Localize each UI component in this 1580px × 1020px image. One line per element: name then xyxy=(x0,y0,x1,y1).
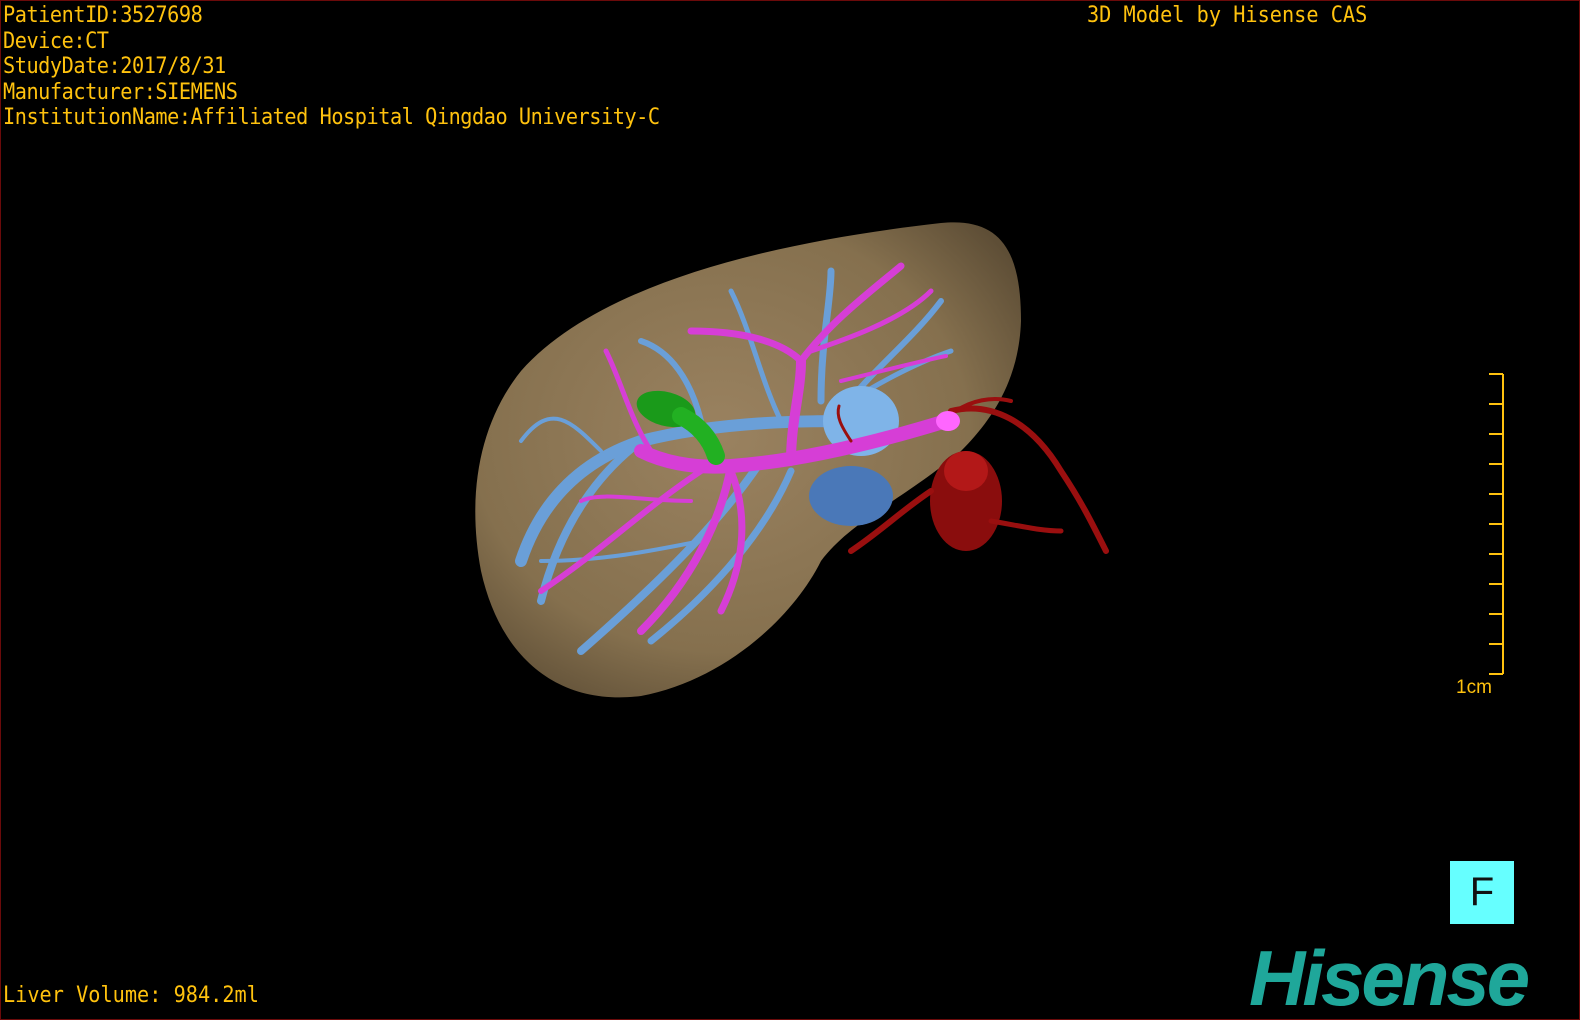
model-caption: 3D Model by Hisense CAS xyxy=(1087,3,1368,28)
orientation-marker[interactable]: F xyxy=(1450,861,1514,924)
manufacturer: Manufacturer:SIEMENS xyxy=(3,79,238,105)
scale-bar-label: 1cm xyxy=(1456,677,1492,698)
3d-viewer[interactable]: PatientID:3527698 Device:CT StudyDate:20… xyxy=(0,0,1580,1020)
hisense-logo: Hisense xyxy=(1249,934,1530,1020)
scale-bar xyxy=(1489,373,1504,675)
patient-id: PatientID:3527698 xyxy=(3,3,203,28)
portal-vein-trunk-end xyxy=(936,411,960,431)
liver-3d-model[interactable] xyxy=(1,1,1580,1020)
device: Device:CT xyxy=(3,28,109,54)
institution-name: InstitutionName:Affiliated Hospital Qing… xyxy=(3,105,660,130)
liver-volume: Liver Volume: 984.2ml xyxy=(3,983,259,1008)
dicom-info-overlay: PatientID:3527698 Device:CT StudyDate:20… xyxy=(3,3,717,131)
study-date: StudyDate:2017/8/31 xyxy=(3,54,226,79)
